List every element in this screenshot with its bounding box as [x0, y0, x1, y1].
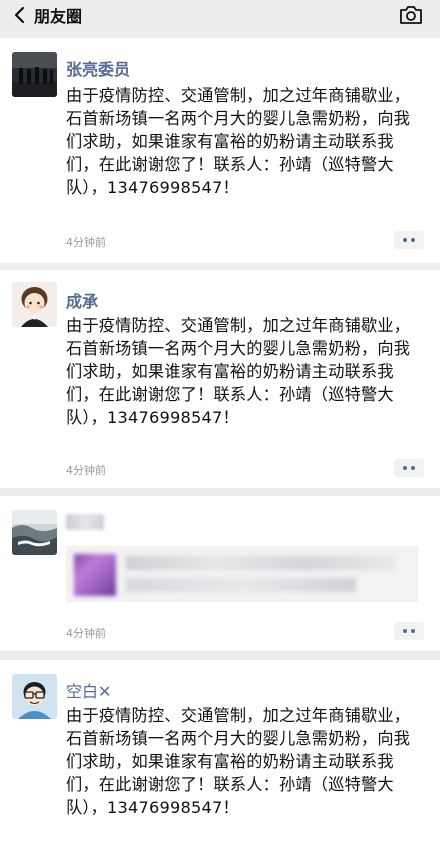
- more-button[interactable]: [394, 622, 424, 640]
- dot-icon: [403, 238, 407, 242]
- top-bar: 朋友圈: [0, 0, 440, 30]
- author-name-blurred: [66, 514, 104, 530]
- more-button[interactable]: [394, 459, 424, 477]
- moment-post: 4分钟前: [0, 496, 440, 651]
- camera-icon[interactable]: [398, 4, 424, 26]
- author-name[interactable]: 成承: [66, 288, 98, 312]
- avatar-image: [12, 510, 57, 555]
- post-time: 4分钟前: [66, 464, 106, 477]
- chevron-left-icon: [14, 6, 25, 24]
- avatar[interactable]: [12, 52, 57, 97]
- dot-icon: [403, 466, 407, 470]
- moment-post: 成承 由于疫情防控、交通管制，加之过年商铺歇业，石首新场镇一名两个月大的婴儿急需…: [0, 270, 440, 488]
- avatar-image: [12, 282, 57, 327]
- avatar-image: [12, 674, 57, 719]
- more-button[interactable]: [394, 231, 424, 249]
- dot-icon: [411, 238, 415, 242]
- shared-subtitle-blurred: [126, 578, 356, 592]
- avatar-image: [12, 52, 57, 97]
- avatar[interactable]: [12, 674, 57, 719]
- shared-title-blurred: [126, 556, 396, 570]
- dot-icon: [403, 629, 407, 633]
- author-name[interactable]: 空白✕: [66, 678, 111, 702]
- author-name[interactable]: 张亮委员: [66, 56, 130, 80]
- dot-icon: [411, 466, 415, 470]
- post-time: 4分钟前: [66, 627, 106, 640]
- moment-post: 空白✕ 由于疫情防控、交通管制，加之过年商铺歇业，石首新场镇一名两个月大的婴儿急…: [0, 660, 440, 847]
- post-content: 由于疫情防控、交通管制，加之过年商铺歇业，石首新场镇一名两个月大的婴儿急需奶粉，…: [66, 706, 411, 817]
- avatar[interactable]: [12, 282, 57, 327]
- moment-post: 张亮委员 由于疫情防控、交通管制，加之过年商铺歇业，石首新场镇一名两个月大的婴儿…: [0, 38, 440, 263]
- avatar[interactable]: [12, 510, 57, 555]
- post-time: 4分钟前: [66, 236, 106, 249]
- page-title: 朋友圈: [34, 7, 83, 26]
- post-content: 由于疫情防控、交通管制，加之过年商铺歇业，石首新场镇一名两个月大的婴儿急需奶粉，…: [66, 316, 411, 427]
- post-content: 由于疫情防控、交通管制，加之过年商铺歇业，石首新场镇一名两个月大的婴儿急需奶粉，…: [66, 86, 411, 197]
- shared-link-card[interactable]: [66, 546, 418, 602]
- shared-thumbnail: [74, 554, 116, 596]
- dot-icon: [411, 629, 415, 633]
